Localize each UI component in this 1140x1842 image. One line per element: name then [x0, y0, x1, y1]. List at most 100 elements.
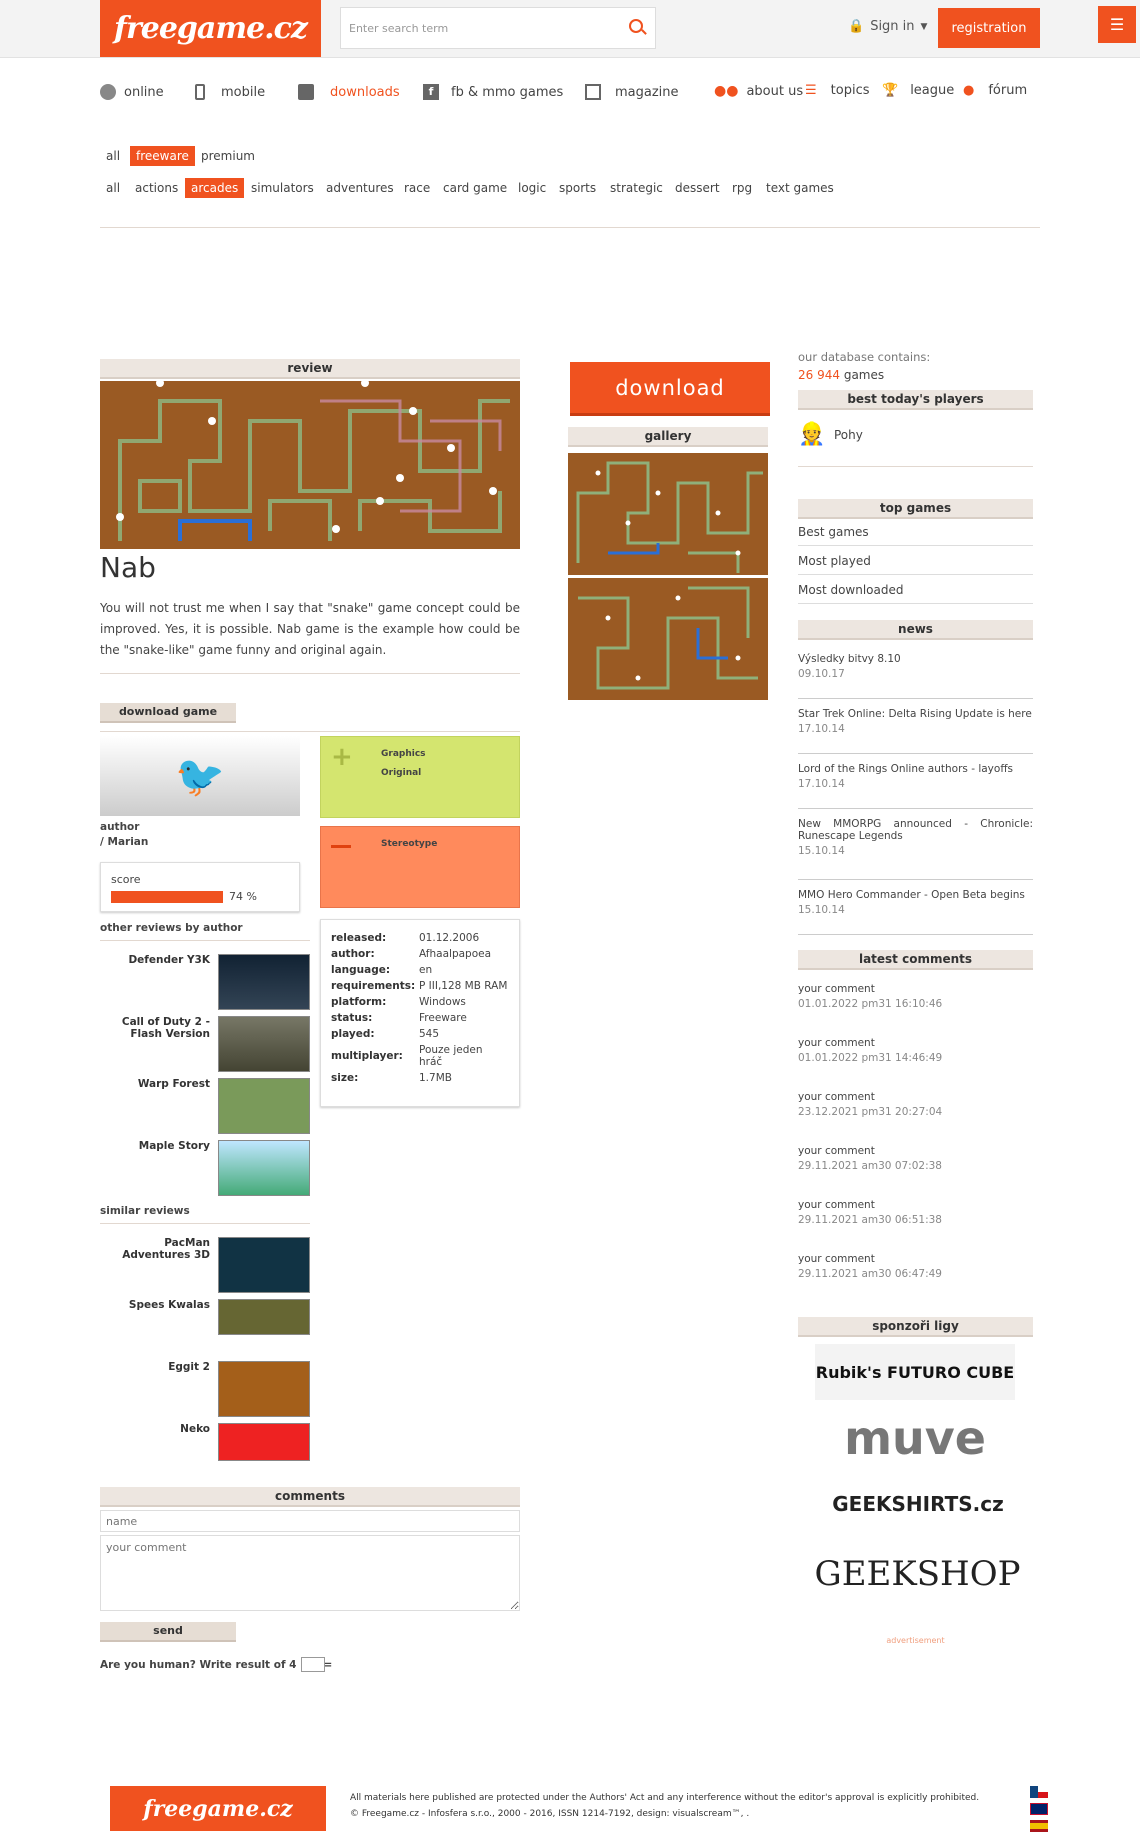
comment-date: 23.12.2021 pm31 20:27:04 [798, 1106, 943, 1118]
info-value: P III,128 MB RAM [419, 980, 508, 992]
player-avatar: 👷 [798, 422, 826, 447]
footer-logo[interactable]: freegame.cz [110, 1786, 326, 1831]
comment-date: 01.01.2022 pm31 14:46:49 [798, 1052, 943, 1064]
news-title: Star Trek Online: Delta Rising Update is… [798, 708, 1032, 720]
flag-es-icon[interactable] [1030, 1820, 1048, 1832]
comment-name-input[interactable] [100, 1510, 520, 1532]
similar-review-link[interactable]: Eggit 2 [100, 1361, 210, 1373]
nav-online[interactable]: online [100, 84, 164, 100]
game-info-table: released: 01.12.2006 author: Afhaalpapoea … [331, 930, 509, 1086]
nav-magazine[interactable]: magazine [585, 84, 679, 100]
similar-review-link[interactable]: PacMan Adventures 3D [100, 1237, 210, 1261]
genre-race[interactable]: race [398, 178, 436, 198]
similar-review-thumb[interactable] [218, 1361, 310, 1417]
genre-sports[interactable]: sports [553, 178, 602, 198]
similar-review-thumb[interactable] [218, 1423, 310, 1461]
nav-label: online [124, 84, 164, 100]
chevron-down-icon: ▼ [920, 21, 928, 32]
genre-logic[interactable]: logic [512, 178, 552, 198]
player-name[interactable]: Pohy [834, 428, 863, 442]
comment-textarea[interactable] [100, 1535, 520, 1611]
top-link-downloaded[interactable]: Most downloaded [798, 583, 1033, 604]
sponsor-muve[interactable]: muve [840, 1408, 990, 1468]
minus-icon [331, 845, 351, 848]
news-item[interactable]: New MMORPG announced - Chronicle: Runesc… [798, 818, 1033, 880]
score-bar [111, 891, 224, 903]
search-icon[interactable] [629, 19, 643, 33]
gallery-image[interactable] [568, 453, 768, 575]
author-name[interactable]: / Marian [100, 836, 148, 848]
comment-item[interactable]: your comment 29.11.2021 am30 06:51:38 [798, 1199, 1033, 1236]
other-review-link[interactable]: Warp Forest [100, 1078, 210, 1090]
sponsor-geekshop[interactable]: GEEKSHOP [815, 1544, 1021, 1604]
comment-item[interactable]: your comment 29.11.2021 am30 07:02:38 [798, 1145, 1033, 1182]
divider [798, 466, 1033, 467]
genre-text-games[interactable]: text games [760, 178, 840, 198]
similar-review-link[interactable]: Neko [100, 1423, 210, 1435]
comment-item[interactable]: your comment 01.01.2022 pm31 14:46:49 [798, 1037, 1033, 1074]
genre-actions[interactable]: actions [129, 178, 184, 198]
similar-review-link[interactable]: Spees Kwalas [100, 1299, 210, 1311]
top-link-best[interactable]: Best games [798, 525, 1033, 546]
registration-button[interactable]: registration [938, 8, 1040, 48]
news-item[interactable]: MMO Hero Commander - Open Beta begins 15.… [798, 889, 1033, 935]
similar-reviews-label: similar reviews [100, 1205, 190, 1217]
comment-item[interactable]: your comment 23.12.2021 pm31 20:27:04 [798, 1091, 1033, 1128]
other-review-link[interactable]: Defender Y3K [100, 954, 210, 966]
genre-adventures[interactable]: adventures [320, 178, 400, 198]
nav-league[interactable]: 🏆 league [882, 83, 954, 98]
flag-cz-icon[interactable] [1030, 1786, 1048, 1798]
captcha-label: Are you human? Write result of 4 + 3 = [100, 1659, 333, 1671]
comment-item[interactable]: your comment 29.11.2021 am30 06:47:49 [798, 1253, 1033, 1290]
comment-title: your comment [798, 983, 875, 995]
nav-about-us[interactable]: ●● about us [714, 83, 803, 99]
genre-arcades[interactable]: arcades [185, 178, 245, 198]
nav-label: downloads [330, 84, 400, 100]
captcha-input[interactable] [301, 1657, 325, 1672]
info-key: platform: [331, 996, 387, 1008]
top-link-played[interactable]: Most played [798, 554, 1033, 575]
search-input[interactable]: Enter search term [340, 7, 656, 49]
nav-fb-mmo[interactable]: f fb & mmo games [423, 84, 563, 100]
similar-review-thumb[interactable] [218, 1237, 310, 1293]
genre-dessert[interactable]: dessert [669, 178, 726, 198]
genre-simulators[interactable]: simulators [245, 178, 320, 198]
gallery-image[interactable] [568, 578, 768, 700]
filter-freeware[interactable]: freeware [130, 146, 195, 166]
site-logo[interactable]: freegame.cz [100, 0, 321, 57]
filter-all[interactable]: all [100, 146, 126, 166]
other-review-link[interactable]: Maple Story [100, 1140, 210, 1152]
filter-premium[interactable]: premium [195, 146, 261, 166]
download-button[interactable]: download [570, 362, 770, 416]
sponsor-geekshirts[interactable]: GEEKSHIRTS.cz [818, 1486, 1018, 1522]
news-item[interactable]: Výsledky bitvy 8.10 09.10.17 [798, 653, 1033, 699]
news-item[interactable]: Lord of the Rings Online authors - layof… [798, 763, 1033, 809]
download-game-button[interactable]: download game [100, 703, 236, 723]
genre-rpg[interactable]: rpg [726, 178, 758, 198]
latest-comments-bar: latest comments [798, 950, 1033, 970]
genre-card-game[interactable]: card game [437, 178, 513, 198]
nav-forum[interactable]: ● fórum [963, 83, 1027, 98]
similar-review-thumb[interactable] [218, 1299, 310, 1335]
plus-icon: + [331, 742, 353, 772]
other-review-thumb[interactable] [218, 1016, 310, 1072]
comment-item[interactable]: your comment 01.01.2022 pm31 16:10:46 [798, 983, 1033, 1020]
review-screenshot[interactable] [100, 381, 520, 549]
other-review-thumb[interactable] [218, 954, 310, 1010]
other-review-thumb[interactable] [218, 1078, 310, 1134]
nav-mobile[interactable]: mobile [195, 84, 265, 100]
nav-topics[interactable]: ☰ topics [805, 83, 870, 98]
genre-all[interactable]: all [100, 178, 126, 198]
score-label: score [111, 873, 141, 886]
nav-downloads[interactable]: downloads [298, 84, 400, 100]
genre-strategic[interactable]: strategic [604, 178, 669, 198]
sponsor-futuro-cube[interactable]: Rubik's FUTURO CUBE [815, 1344, 1015, 1400]
sign-in-link[interactable]: 🔒 Sign in ▼ [848, 19, 927, 34]
other-review-thumb[interactable] [218, 1140, 310, 1196]
lock-icon: 🔒 [848, 19, 865, 34]
flag-uk-icon[interactable] [1030, 1803, 1048, 1815]
menu-icon[interactable]: ☰ [1098, 6, 1136, 43]
news-item[interactable]: Star Trek Online: Delta Rising Update is… [798, 708, 1033, 754]
other-review-link[interactable]: Call of Duty 2 - Flash Version [100, 1016, 210, 1040]
send-button[interactable]: send [100, 1622, 236, 1642]
